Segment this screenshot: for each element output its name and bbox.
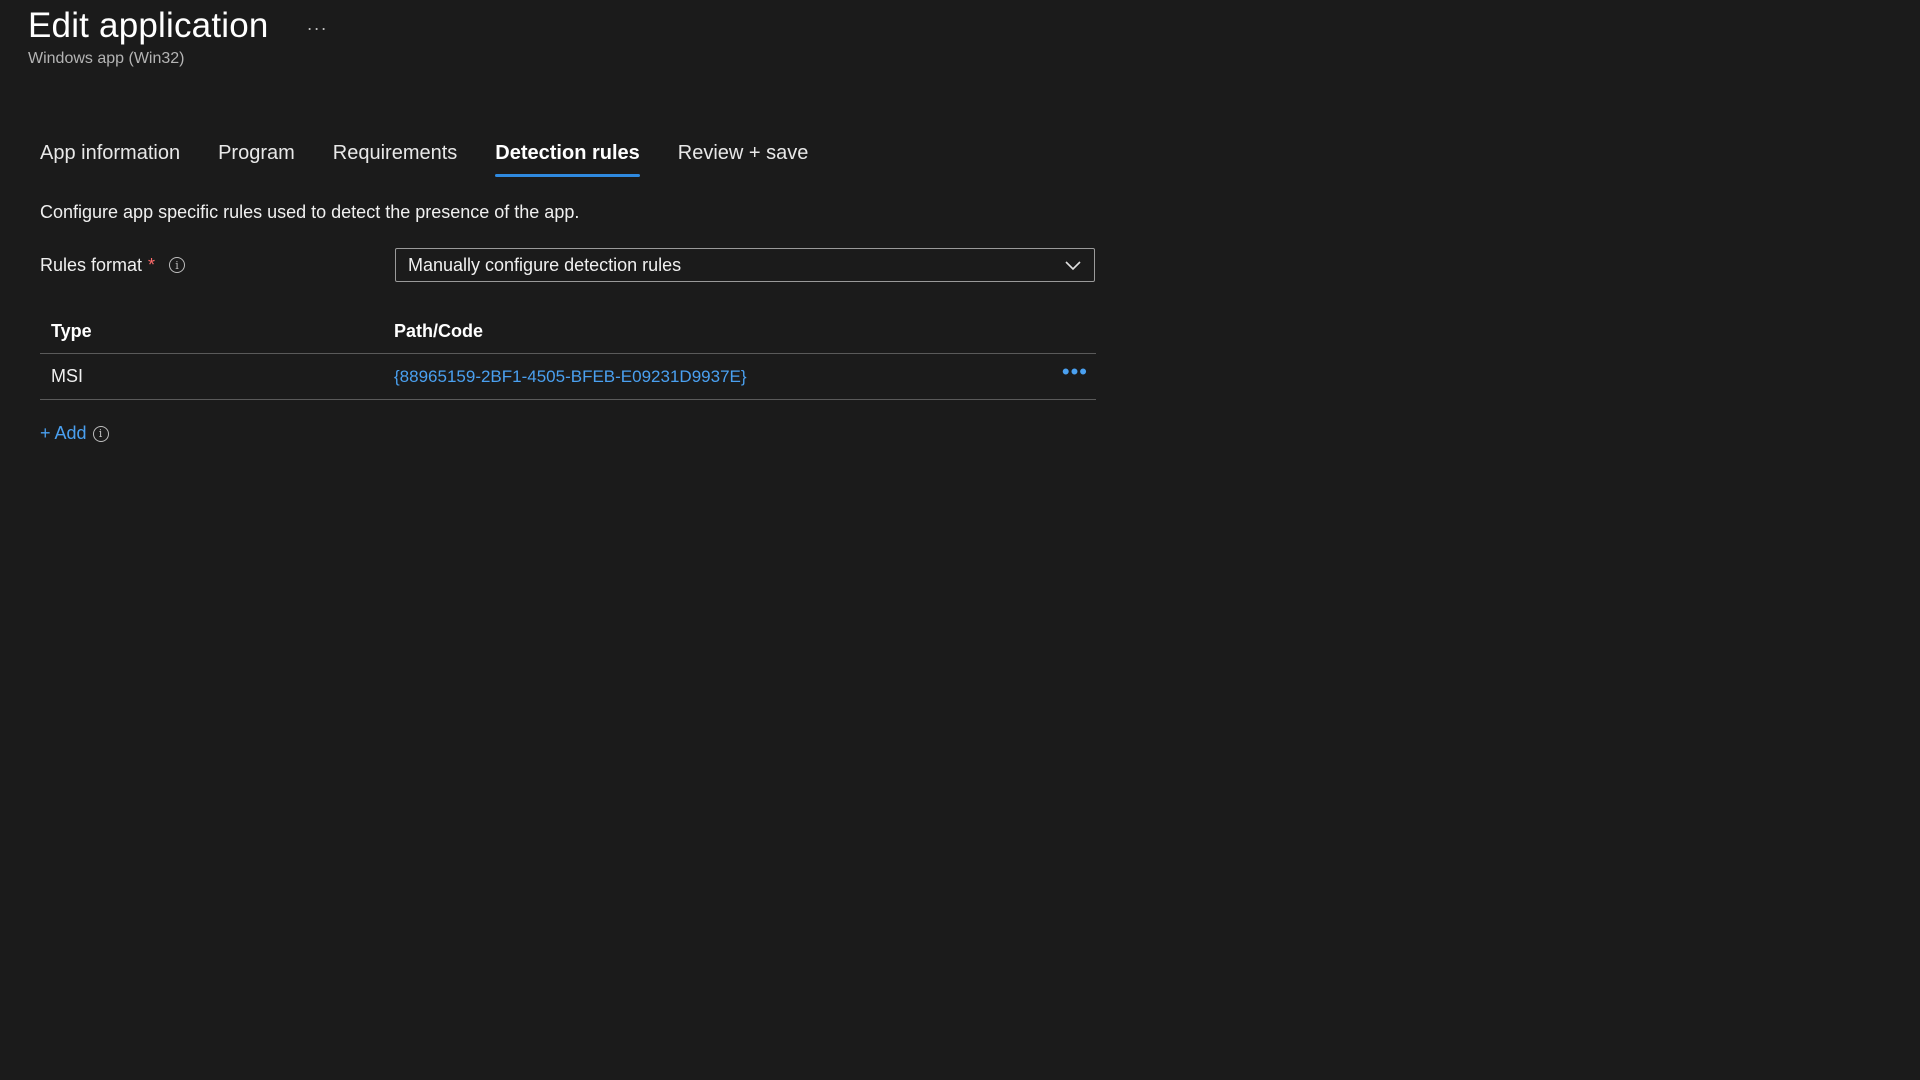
- add-rule-label: + Add: [40, 423, 87, 443]
- cell-type: MSI: [51, 366, 84, 386]
- tab-review-save[interactable]: Review + save: [678, 142, 809, 177]
- cell-path: {88965159-2BF1-4505-BFEB-E09231D9937E}: [394, 366, 1096, 387]
- page-header: Edit application ··· Windows app (Win32): [28, 6, 328, 68]
- tab-bar: App information Program Requirements Det…: [40, 142, 846, 177]
- required-indicator: *: [148, 254, 156, 275]
- chevron-down-icon: [1065, 261, 1081, 271]
- title-row: Edit application ···: [28, 6, 328, 46]
- more-options-icon[interactable]: ···: [307, 18, 328, 39]
- table-header: Type Path/Code: [40, 310, 1096, 354]
- table-row: MSI {88965159-2BF1-4505-BFEB-E09231D9937…: [40, 354, 1096, 400]
- add-rule-button[interactable]: + Add i: [40, 423, 109, 444]
- tab-detection-rules[interactable]: Detection rules: [495, 142, 641, 177]
- column-header-path: Path/Code: [394, 321, 484, 341]
- tab-requirements[interactable]: Requirements: [333, 142, 458, 177]
- rules-format-label: Rules format: [40, 254, 143, 275]
- column-header-type: Type: [51, 321, 92, 341]
- section-description: Configure app specific rules used to det…: [40, 202, 580, 222]
- page: Edit application ··· Windows app (Win32)…: [0, 0, 1920, 1080]
- page-subtitle: Windows app (Win32): [28, 50, 185, 67]
- info-icon[interactable]: i: [169, 257, 186, 273]
- add-info-icon[interactable]: i: [92, 425, 109, 442]
- tab-app-information[interactable]: App information: [40, 142, 180, 177]
- path-code-link[interactable]: {88965159-2BF1-4505-BFEB-E09231D9937E}: [394, 367, 747, 386]
- tab-program[interactable]: Program: [218, 142, 295, 177]
- row-more-options-icon[interactable]: •••: [1062, 361, 1088, 383]
- rules-format-row: Rules format * i Manually configure dete…: [40, 248, 1096, 282]
- detection-rules-table: Type Path/Code MSI {88965159-2BF1-4505-B…: [40, 310, 1096, 400]
- rules-format-dropdown[interactable]: Manually configure detection rules: [395, 248, 1095, 282]
- rules-format-selected-value: Manually configure detection rules: [408, 254, 682, 275]
- page-title: Edit application: [28, 6, 269, 45]
- rules-format-label-group: Rules format * i: [40, 254, 186, 276]
